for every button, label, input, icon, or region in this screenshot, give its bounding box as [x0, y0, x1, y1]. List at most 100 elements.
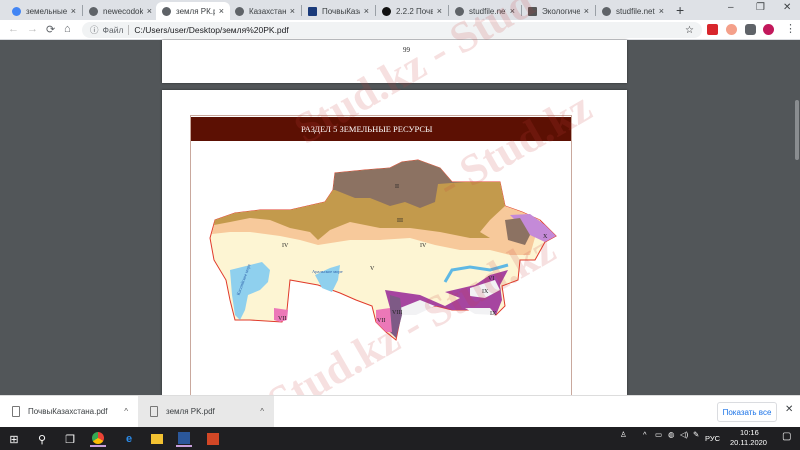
tab-label: Казахстан - [249, 6, 286, 16]
zone-label-iii: III [397, 218, 403, 224]
globe-icon [235, 6, 244, 16]
bookmark-star-icon[interactable]: ☆ [685, 25, 694, 36]
aral-label: Аральское море [312, 269, 343, 274]
google-icon [12, 6, 21, 16]
menu-icon[interactable]: ⋮ [785, 22, 796, 35]
windows-start-icon[interactable]: ⊞ [6, 431, 22, 447]
close-tab-icon[interactable]: × [510, 6, 515, 16]
edge-icon[interactable]: e [121, 431, 137, 447]
zone-label-ix: IX [482, 289, 489, 295]
zone-label-ii: II [395, 184, 399, 190]
soil-map: II III IV IV V VI VII VII VIII IX IX X К… [209, 159, 557, 341]
zone-label-vi: VI [488, 276, 494, 282]
chevron-up-icon[interactable]: ^ [260, 407, 264, 416]
tab-label: studfile.net [469, 6, 506, 16]
zone-label-ix-2: IX [490, 311, 497, 317]
file-icon [150, 406, 158, 417]
puzzle-icon[interactable] [745, 24, 756, 35]
chevron-up-icon[interactable]: ^ [643, 430, 647, 439]
download-item[interactable]: земля PK.pdf ^ [138, 396, 274, 427]
clock-time[interactable]: 10:16 [740, 428, 759, 437]
url-text[interactable]: C:/Users/user/Desktop/земля%20PK.pdf [134, 25, 288, 35]
tab-9[interactable]: studfile.net × [596, 2, 670, 20]
close-tab-icon[interactable]: × [584, 6, 589, 16]
pen-icon[interactable]: ✎ [693, 430, 699, 439]
tab-7[interactable]: studfile.net × [449, 2, 521, 20]
people-icon[interactable]: ♙ [620, 430, 627, 439]
zone-label-vii: VII [278, 316, 286, 322]
powerpoint-icon[interactable] [205, 431, 221, 447]
zone-label-x: X [543, 234, 548, 240]
network-icon[interactable]: ◍ [668, 430, 675, 439]
language-indicator[interactable]: РУС [705, 434, 720, 443]
book-icon [308, 6, 317, 16]
address-bar[interactable]: ⓘ Файл C:/Users/user/Desktop/земля%20PK.… [82, 22, 702, 38]
scrollbar-thumb[interactable] [795, 100, 799, 160]
chevron-up-icon[interactable]: ^ [124, 407, 128, 416]
map-frame: РАЗДЕЛ 5 ЗЕМЕЛЬНЫЕ РЕСУРСЫ II III IV IV … [190, 115, 572, 405]
zone-label-vii-2: VII [377, 318, 385, 324]
tab-label: земельные [26, 6, 67, 16]
tab-label: studfile.net [616, 6, 655, 16]
toolbar: ← → ⟳ ⌂ ⓘ Файл C:/Users/user/Desktop/зем… [0, 20, 800, 40]
close-shelf-button[interactable]: ✕ [785, 404, 793, 415]
zone-label-iv: IV [282, 243, 289, 249]
tab-label: 2.2.2 Почвы [396, 6, 433, 16]
close-tab-icon[interactable]: × [219, 6, 224, 16]
tab-8[interactable]: Экологичес × [522, 2, 595, 20]
tab-4[interactable]: Казахстан - × [229, 2, 301, 20]
page-number: 99 [403, 46, 410, 54]
download-name: ПочвыКазахстана.pdf [28, 407, 108, 416]
tab-label: ПочвыКаза [322, 6, 360, 16]
back-button[interactable]: ← [8, 23, 19, 35]
restore-button[interactable]: ❐ [756, 2, 765, 13]
zone-label-viii: VIII [392, 310, 402, 316]
tab-3-active[interactable]: земля РК.pdf × [156, 2, 230, 20]
reload-button[interactable]: ⟳ [46, 23, 55, 36]
show-all-button[interactable]: Показать все [717, 402, 777, 422]
battery-icon[interactable]: ▭ [655, 430, 662, 439]
info-icon[interactable]: ⓘ [90, 24, 99, 36]
profile-avatar[interactable] [763, 24, 774, 35]
file-icon [12, 406, 20, 417]
tab-strip: земельные × newecodok × земля РК.pdf × Каза… [0, 0, 800, 20]
tab-label: земля РК.pdf [176, 6, 215, 16]
notifications-icon[interactable]: ▢ [782, 431, 791, 442]
taskbar: ⊞ ⚲ ❐ e ♙ ^ ▭ ◍ ◁) ✎ РУС 10:16 20.11.202… [0, 427, 800, 450]
download-name: земля PK.pdf [166, 407, 215, 416]
globe-icon [89, 6, 98, 16]
close-tab-icon[interactable]: × [437, 6, 442, 16]
tab-2[interactable]: newecodok × [83, 2, 158, 20]
globe-icon [602, 6, 611, 16]
tab-label: newecodok [103, 6, 143, 16]
column-icon [528, 6, 537, 16]
close-tab-icon[interactable]: × [71, 6, 76, 16]
download-item[interactable]: ПочвыКазахстана.pdf ^ [0, 396, 138, 427]
tab-1[interactable]: земельные × [6, 2, 82, 20]
tab-label: Экологичес [542, 6, 580, 16]
scrollbar[interactable] [792, 40, 800, 395]
extension-icon[interactable] [726, 24, 737, 35]
tab-5[interactable]: ПочвыКаза × [302, 2, 375, 20]
new-tab-button[interactable]: + [676, 2, 684, 18]
globe-icon [455, 6, 464, 16]
search-icon[interactable]: ⚲ [34, 431, 50, 447]
close-tab-icon[interactable]: × [659, 6, 664, 16]
file-explorer-icon[interactable] [149, 431, 165, 447]
close-tab-icon[interactable]: × [290, 6, 295, 16]
home-button[interactable]: ⌂ [64, 23, 71, 35]
volume-icon[interactable]: ◁) [680, 430, 688, 439]
minimize-button[interactable]: – [728, 2, 734, 13]
chrome-icon[interactable] [90, 431, 106, 447]
task-view-icon[interactable]: ❐ [62, 431, 78, 447]
clock-date[interactable]: 20.11.2020 [730, 438, 767, 447]
word-icon[interactable] [176, 431, 192, 447]
pdf-extension-icon[interactable] [707, 24, 718, 35]
close-tab-icon[interactable]: × [147, 6, 152, 16]
scheme-label: Файл [103, 25, 130, 35]
close-tab-icon[interactable]: × [364, 6, 369, 16]
forward-button[interactable]: → [27, 23, 38, 35]
tab-6[interactable]: 2.2.2 Почвы × [376, 2, 448, 20]
pdf-page-99: 99 [162, 40, 627, 83]
close-window-button[interactable]: ✕ [783, 2, 791, 13]
